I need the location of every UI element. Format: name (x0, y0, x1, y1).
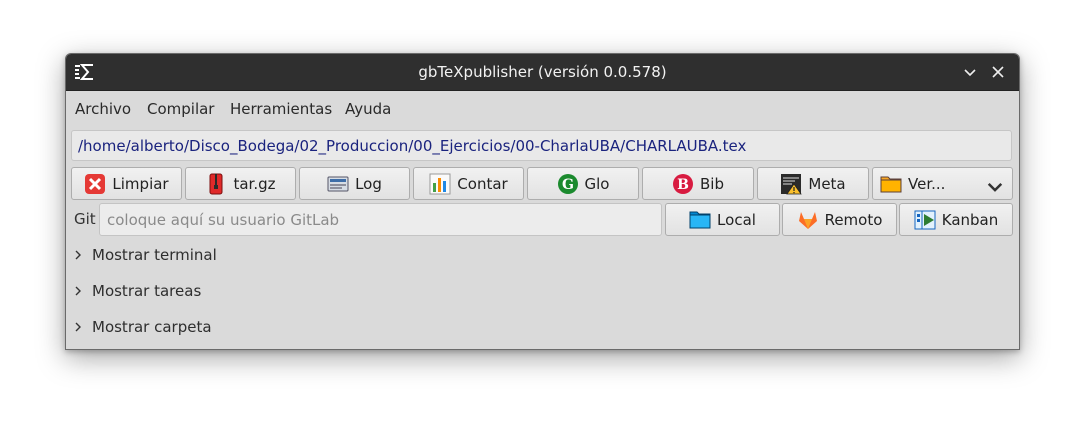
app-window: gbTeXpublisher (versión 0.0.578) Archivo… (65, 53, 1020, 350)
log-button[interactable]: Log (299, 167, 410, 200)
contar-label: Contar (457, 175, 507, 193)
ver-dropdown[interactable]: Ver... (872, 167, 1013, 200)
glossary-icon: G (557, 173, 579, 195)
chevron-right-icon (72, 285, 84, 297)
folder-icon (689, 209, 711, 231)
expander-tareas-label: Mostrar tareas (92, 282, 201, 300)
remoto-button[interactable]: Remoto (782, 203, 897, 236)
kanban-label: Kanban (942, 211, 999, 229)
menu-herramientas[interactable]: Herramientas (230, 91, 332, 127)
meta-label: Meta (808, 175, 845, 193)
expander-tareas[interactable]: Mostrar tareas (72, 273, 201, 309)
svg-text:G: G (562, 177, 574, 193)
kanban-icon (914, 209, 936, 231)
expander-terminal[interactable]: Mostrar terminal (72, 237, 217, 273)
bib-label: Bib (700, 175, 724, 193)
window-title: gbTeXpublisher (versión 0.0.578) (66, 54, 1019, 90)
svg-text:B: B (677, 177, 689, 193)
kanban-button[interactable]: Kanban (899, 203, 1013, 236)
expander-terminal-label: Mostrar terminal (92, 246, 217, 264)
local-button[interactable]: Local (665, 203, 780, 236)
chevron-right-icon (72, 249, 84, 261)
title-bar: gbTeXpublisher (versión 0.0.578) (66, 54, 1019, 91)
log-icon (327, 173, 349, 195)
folder-icon (880, 173, 902, 195)
expander-carpeta-label: Mostrar carpeta (92, 318, 212, 336)
glo-label: Glo (585, 175, 610, 193)
meta-button[interactable]: Meta (757, 167, 869, 200)
glo-button[interactable]: G Glo (527, 167, 639, 200)
ver-label: Ver... (908, 175, 945, 193)
close-button[interactable] (989, 63, 1007, 81)
contar-button[interactable]: Contar (413, 167, 524, 200)
meta-icon (780, 173, 802, 195)
menu-ayuda[interactable]: Ayuda (345, 91, 391, 127)
archive-icon (205, 173, 227, 195)
menu-compilar[interactable]: Compilar (147, 91, 214, 127)
clean-icon (84, 173, 106, 195)
bibliography-icon: B (672, 173, 694, 195)
bib-button[interactable]: B Bib (642, 167, 754, 200)
remoto-label: Remoto (825, 211, 883, 229)
menu-bar: Archivo Compilar Herramientas Ayuda (66, 91, 1019, 127)
chevron-right-icon (72, 321, 84, 333)
git-label: Git (74, 203, 96, 236)
local-label: Local (717, 211, 756, 229)
minimize-button[interactable] (961, 63, 979, 81)
limpiar-label: Limpiar (112, 175, 168, 193)
log-label: Log (355, 175, 382, 193)
targz-label: tar.gz (233, 175, 275, 193)
targz-button[interactable]: tar.gz (185, 167, 296, 200)
chart-icon (429, 173, 451, 195)
expander-carpeta[interactable]: Mostrar carpeta (72, 309, 212, 345)
chevron-down-icon (984, 176, 1006, 198)
file-path-field[interactable]: /home/alberto/Disco_Bodega/02_Produccion… (71, 130, 1012, 161)
limpiar-button[interactable]: Limpiar (71, 167, 182, 200)
gitlab-icon (797, 209, 819, 231)
gitlab-user-input[interactable] (99, 203, 662, 236)
menu-archivo[interactable]: Archivo (75, 91, 131, 127)
